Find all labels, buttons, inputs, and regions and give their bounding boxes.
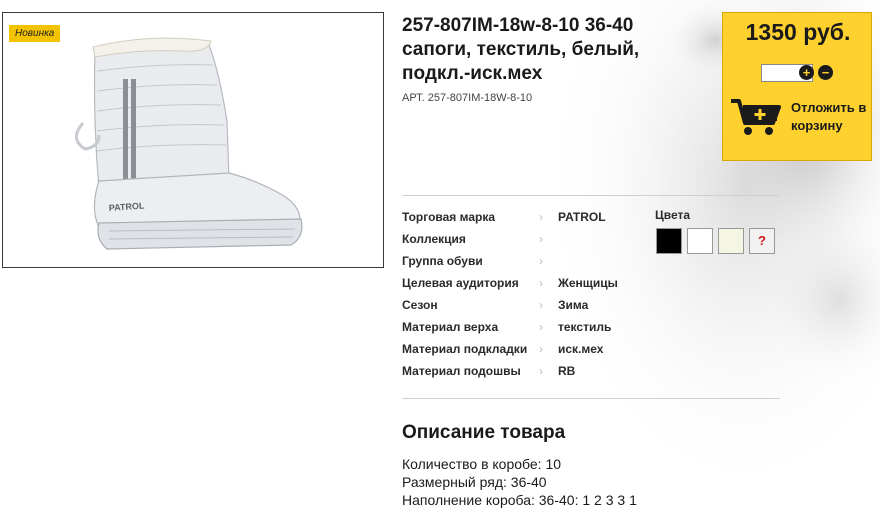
color-swatch-black[interactable] xyxy=(656,228,682,254)
cart-icon xyxy=(731,99,781,135)
spec-value[interactable]: RB xyxy=(558,364,575,378)
chevron-right-icon: › xyxy=(539,254,543,268)
spec-value[interactable]: Зима xyxy=(558,298,588,312)
description-title: Описание товара xyxy=(402,422,566,443)
specs-list: Торговая марка › PATROL Коллекция › Груп… xyxy=(402,208,642,384)
description-text: Количество в коробе: 10 Размерный ряд: 3… xyxy=(402,455,637,509)
chevron-right-icon: › xyxy=(539,232,543,246)
quantity-plus-button[interactable]: + xyxy=(799,65,814,80)
color-swatch-unknown[interactable]: ? xyxy=(749,228,775,254)
description-line: Размерный ряд: 36-40 xyxy=(402,474,547,490)
spec-value[interactable]: PATROL xyxy=(558,210,606,224)
spec-row-season: Сезон › Зима xyxy=(402,296,642,318)
purchase-box: 1350 руб. + − Отложить в корзину xyxy=(722,12,872,161)
description-line: Количество в коробе: 10 xyxy=(402,456,562,472)
divider xyxy=(402,195,780,196)
spec-row-lining-material: Материал подкладки › иск.мех xyxy=(402,340,642,362)
spec-row-brand: Торговая марка › PATROL xyxy=(402,208,642,230)
spec-value[interactable]: иск.мех xyxy=(558,342,603,356)
spec-value[interactable]: текстиль xyxy=(558,320,611,334)
chevron-right-icon: › xyxy=(539,364,543,378)
color-swatch-white[interactable] xyxy=(687,228,713,254)
chevron-right-icon: › xyxy=(539,276,543,290)
spec-label: Сезон xyxy=(402,298,438,312)
spec-value[interactable]: Женщицы xyxy=(558,276,618,290)
spec-label: Материал верха xyxy=(402,320,499,334)
spec-label: Материал подкладки xyxy=(402,342,528,356)
spec-label: Материал подошвы xyxy=(402,364,521,378)
add-to-cart-label: Отложить в корзину xyxy=(791,100,867,133)
product-image-frame[interactable]: PATROL Новинка xyxy=(2,12,384,268)
spec-label: Целевая аудитория xyxy=(402,276,519,290)
spec-row-upper-material: Материал верха › текстиль xyxy=(402,318,642,340)
chevron-right-icon: › xyxy=(539,342,543,356)
boot-image: PATROL xyxy=(75,37,303,250)
article-number: АРТ. 257-807IM-18W-8-10 xyxy=(402,92,533,104)
product-title: 257-807IM-18w-8-10 36-40 сапоги, текстил… xyxy=(402,15,640,84)
color-swatch-cream[interactable] xyxy=(718,228,744,254)
chevron-right-icon: › xyxy=(539,298,543,312)
add-to-cart-button[interactable]: Отложить в корзину xyxy=(729,93,869,143)
spec-row-sole-material: Материал подошвы › RB xyxy=(402,362,642,384)
spec-row-collection: Коллекция › xyxy=(402,230,642,252)
chevron-right-icon: › xyxy=(539,320,543,334)
spec-row-audience: Целевая аудитория › Женщицы xyxy=(402,274,642,296)
spec-label: Коллекция xyxy=(402,232,466,246)
price: 1350 руб. xyxy=(745,19,851,45)
spec-label: Торговая марка xyxy=(402,210,496,224)
quantity-minus-button[interactable]: − xyxy=(818,65,833,80)
new-badge: Новинка xyxy=(9,25,61,42)
spec-label: Группа обуви xyxy=(402,254,483,268)
chevron-right-icon: › xyxy=(539,210,543,224)
description-line: Наполнение короба: 36-40: 1 2 3 3 1 xyxy=(402,492,637,508)
colors-title: Цвета xyxy=(655,208,691,222)
divider xyxy=(402,398,780,399)
spec-row-shoe-group: Группа обуви › xyxy=(402,252,642,274)
